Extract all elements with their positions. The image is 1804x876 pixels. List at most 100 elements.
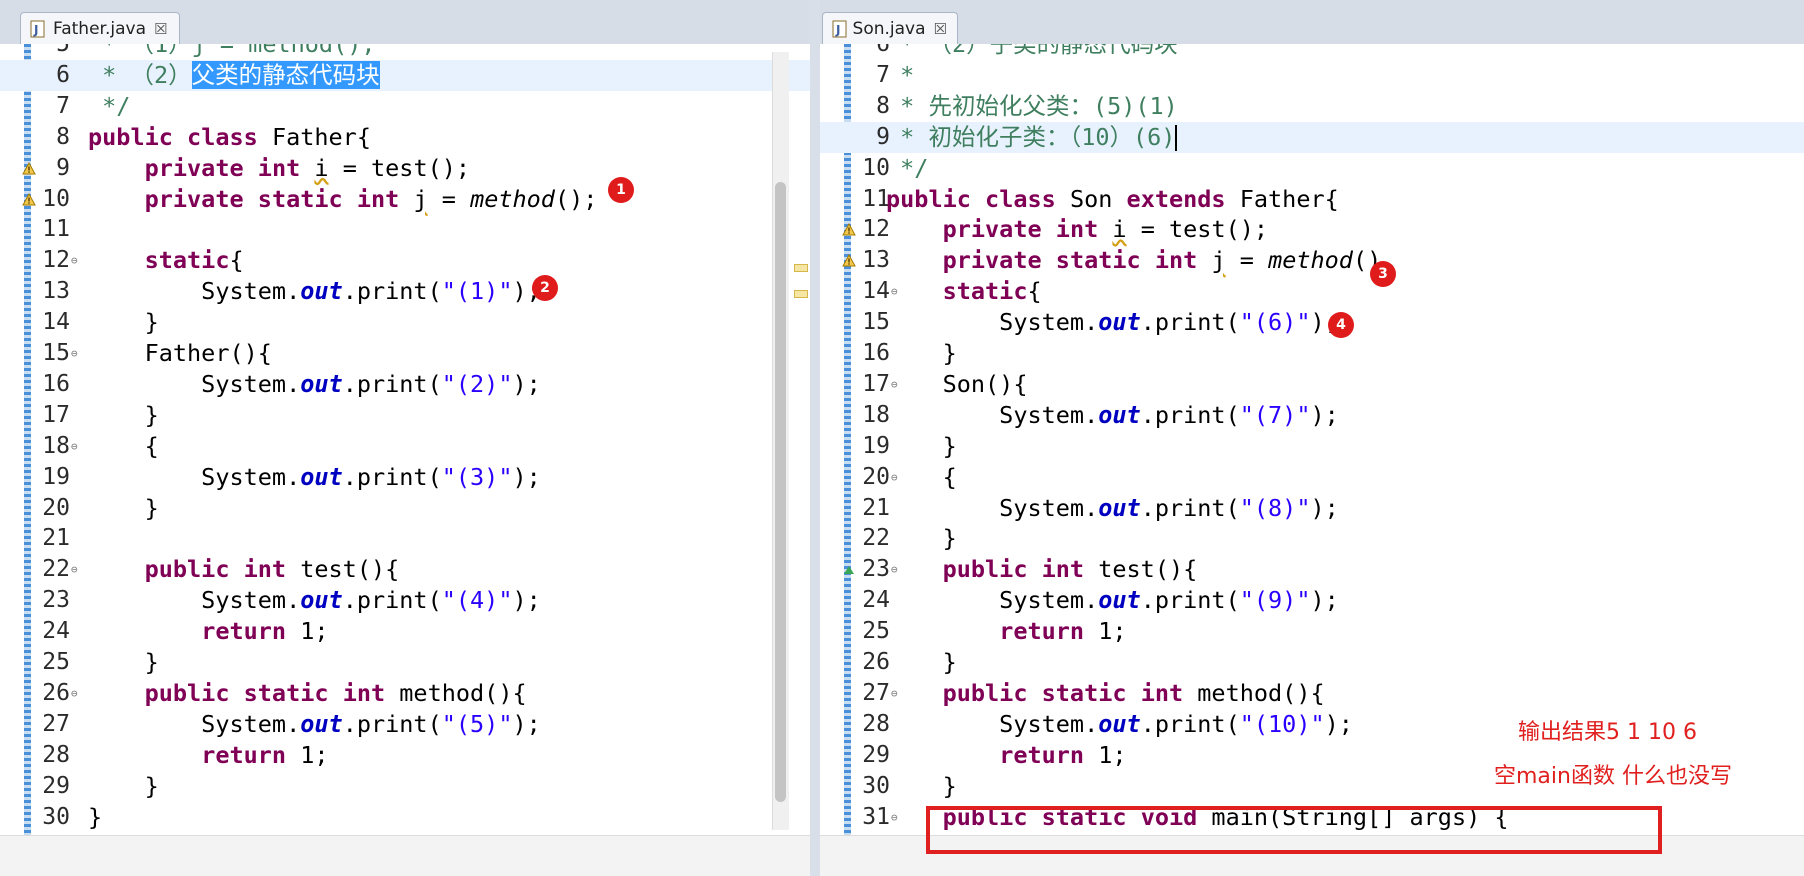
code-text: */: [88, 91, 131, 120]
code-text: }: [886, 524, 957, 553]
code-line[interactable]: 20 ⊖ {: [820, 462, 1804, 493]
code-text: public class Son extends Father{: [886, 184, 1339, 213]
code-line[interactable]: 18 System.out.print("(7)");: [820, 400, 1804, 431]
code-text: }: [88, 771, 159, 800]
main-note: 空main函数 什么也没写: [1494, 764, 1732, 789]
code-text: System.out.print("(8)");: [886, 493, 1339, 522]
fold-toggle-icon[interactable]: ⊖: [71, 678, 78, 709]
line-number: 15: [42, 340, 70, 366]
code-text: public int test(){: [942, 555, 1198, 584]
code-line[interactable]: 23 ⊖ public int test(){: [820, 554, 1804, 585]
code-line[interactable]: 14 }: [0, 307, 810, 338]
code-line[interactable]: 18 ⊖ {: [0, 431, 810, 462]
code-line[interactable]: 29 }: [0, 771, 810, 802]
line-number: 13: [42, 278, 70, 305]
code-line[interactable]: 26 }: [820, 647, 1804, 678]
code-line[interactable]: 16 System.out.print("(2)");: [0, 369, 810, 400]
code-line[interactable]: 10 private static int j = method();: [0, 184, 810, 215]
close-icon[interactable]: ☒: [154, 20, 167, 38]
code-text: System.out.print("(7)");: [886, 400, 1339, 429]
code-text: public static int method(){: [144, 678, 527, 707]
line-number: 18: [862, 401, 890, 428]
line-number: 24: [862, 587, 890, 614]
horizontal-scrollbar[interactable]: [0, 835, 810, 876]
code-line[interactable]: 30}: [0, 802, 810, 833]
code-line[interactable]: 16 }: [820, 338, 1804, 369]
line-number: 20: [42, 494, 70, 521]
code-text: public int test(){: [144, 555, 400, 584]
code-text: * （1）j = method();: [88, 44, 376, 58]
line-number: 11: [42, 216, 70, 243]
code-text: System.out.print("(2)");: [88, 369, 541, 398]
code-text: private static int j = method();: [144, 184, 598, 213]
code-line[interactable]: 13 System.out.print("(1)");: [0, 276, 810, 307]
code-line[interactable]: 22 }: [820, 523, 1804, 554]
code-line[interactable]: 9 * 初始化子类：（10）(6): [820, 121, 1804, 153]
line-number: 28: [862, 710, 890, 737]
code-line[interactable]: 5 * （1）j = method();: [0, 44, 810, 60]
code-line[interactable]: 14 ⊖ static{: [820, 276, 1804, 307]
warning-icon[interactable]: [842, 253, 856, 267]
warning-icon[interactable]: [22, 192, 36, 206]
code-text: static{: [942, 277, 1042, 306]
code-line[interactable]: 8 public class Father{: [0, 122, 810, 153]
code-line[interactable]: 21: [0, 523, 810, 554]
code-line[interactable]: 9 private int i = test();: [0, 153, 810, 184]
line-number: 30: [42, 803, 70, 830]
line-number: 25: [42, 649, 70, 675]
code-text: *: [886, 60, 915, 89]
code-line[interactable]: 19 }: [820, 431, 1804, 462]
code-line[interactable]: 21 System.out.print("(8)");: [820, 493, 1804, 524]
svg-text:J: J: [835, 23, 840, 37]
line-number: 12: [42, 247, 70, 274]
code-line[interactable]: 17 }: [0, 400, 810, 431]
code-line[interactable]: 26 ⊖ public static int method(){: [0, 678, 810, 709]
code-line[interactable]: 25 return 1;: [820, 616, 1804, 647]
code-line[interactable]: 25 }: [0, 647, 810, 678]
code-text: }: [886, 771, 957, 800]
code-line[interactable]: 24 return 1;: [0, 616, 810, 647]
code-line[interactable]: 17 ⊖ Son(){: [820, 369, 1804, 400]
code-line[interactable]: 6 * （2）父类的静态代码块: [0, 59, 810, 91]
code-line[interactable]: 7 */: [0, 91, 810, 122]
code-line[interactable]: 7 *: [820, 60, 1804, 91]
fold-toggle-icon[interactable]: ⊖: [71, 338, 78, 369]
scrollbar-thumb[interactable]: [775, 182, 786, 802]
father-code-editor[interactable]: 5 * （1）j = method(); 6 * （2）父类的静态代码块 7 */8…: [0, 44, 810, 836]
vertical-scrollbar[interactable]: [772, 52, 789, 830]
code-line[interactable]: 15 ⊖ Father(){: [0, 338, 810, 369]
code-text: return 1;: [999, 740, 1127, 769]
code-line[interactable]: 28 return 1;: [0, 740, 810, 771]
code-text: private int i = test();: [144, 153, 471, 182]
code-line[interactable]: 6 * （2）子类的静态代码块: [820, 44, 1804, 60]
fold-toggle-icon[interactable]: ⊖: [71, 554, 78, 585]
tab-son-java[interactable]: J Son.java ☒: [822, 12, 958, 44]
code-line[interactable]: 15 System.out.print("(6)");: [820, 307, 1804, 338]
code-text: return 1;: [201, 740, 329, 769]
fold-toggle-icon[interactable]: ⊖: [71, 431, 78, 462]
close-icon[interactable]: ☒: [934, 20, 947, 38]
code-text: static{: [144, 246, 244, 275]
code-line[interactable]: 22 ⊖ public int test(){: [0, 554, 810, 585]
code-line[interactable]: 19 System.out.print("(3)");: [0, 462, 810, 493]
override-icon[interactable]: [842, 562, 856, 576]
code-line[interactable]: 8 * 先初始化父类：(5)(1): [820, 91, 1804, 122]
code-line[interactable]: 24 System.out.print("(9)");: [820, 585, 1804, 616]
output-note: 输出结果5 1 10 6: [1518, 720, 1697, 745]
code-line[interactable]: 11: [0, 214, 810, 245]
code-line[interactable]: 12 private int i = test();: [820, 214, 1804, 245]
code-line[interactable]: 27 System.out.print("(5)");: [0, 709, 810, 740]
code-text: System.out.print("(1)");: [88, 277, 541, 306]
fold-toggle-icon[interactable]: ⊖: [71, 245, 78, 276]
code-line[interactable]: 20 }: [0, 493, 810, 524]
warning-icon[interactable]: [842, 222, 856, 236]
code-line[interactable]: 27 ⊖ public static int method(){: [820, 678, 1804, 709]
tab-father-java[interactable]: J Father.java ☒: [20, 12, 180, 44]
code-line[interactable]: 23 System.out.print("(4)");: [0, 585, 810, 616]
warning-icon[interactable]: [22, 161, 36, 175]
code-line[interactable]: 12 ⊖ static{: [0, 245, 810, 276]
code-text: }: [886, 431, 957, 460]
code-line[interactable]: 10 */: [820, 153, 1804, 184]
code-line[interactable]: 11 public class Son extends Father{: [820, 184, 1804, 215]
code-line[interactable]: 13 private static int j = method(): [820, 245, 1804, 276]
